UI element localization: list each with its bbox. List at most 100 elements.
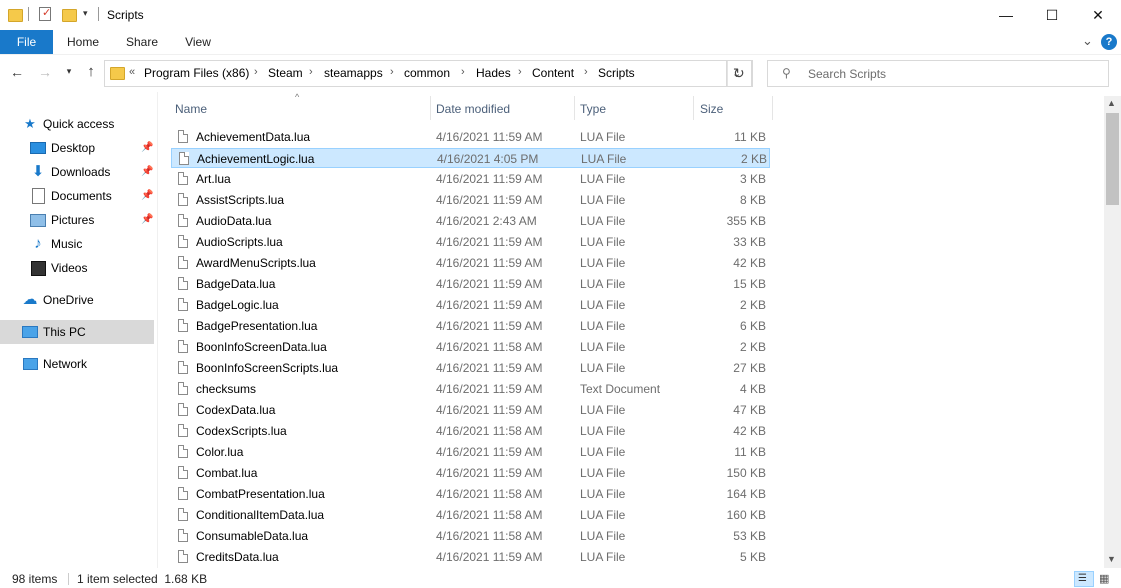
back-button[interactable]: ← [8, 64, 26, 80]
nav-pictures[interactable]: Pictures [30, 209, 94, 231]
pin-icon[interactable]: 📌 [141, 142, 153, 153]
breadcrumb-steamapps[interactable]: steamapps [324, 66, 383, 80]
scroll-up-button[interactable]: ▲ [1107, 98, 1116, 108]
breadcrumb-separator[interactable]: › [461, 66, 465, 78]
minimize-button[interactable]: — [983, 0, 1029, 30]
file-type: LUA File [580, 298, 626, 312]
tab-share[interactable]: Share [116, 30, 168, 54]
breadcrumb-separator[interactable]: › [518, 66, 522, 78]
expand-ribbon-icon[interactable]: ⌄ [1082, 33, 1093, 49]
file-row[interactable]: Art.lua 4/16/2021 11:59 AM LUA File 3 KB [171, 169, 770, 189]
details-view-button[interactable]: ☰ [1074, 571, 1094, 587]
file-row[interactable]: CodexData.lua 4/16/2021 11:59 AM LUA File 4… [171, 400, 770, 420]
column-divider[interactable] [430, 96, 431, 120]
file-row[interactable]: AchievementLogic.lua 4/16/2021 4:05 PM LUA… [171, 148, 770, 168]
file-row[interactable]: CreditsData.lua 4/16/2021 11:59 AM LUA Fil… [171, 547, 770, 567]
breadcrumb-separator[interactable]: › [309, 66, 313, 78]
large-icons-view-button[interactable]: ▦ [1099, 572, 1109, 585]
file-row[interactable]: BoonInfoScreenScripts.lua 4/16/2021 11:59… [171, 358, 770, 378]
file-icon [178, 424, 188, 437]
up-button[interactable]: ↑ [82, 63, 100, 80]
scroll-down-button[interactable]: ▼ [1107, 554, 1116, 564]
forward-button[interactable]: → [36, 64, 54, 80]
file-row[interactable]: AwardMenuScripts.lua 4/16/2021 11:59 AM LU… [171, 253, 770, 273]
nav-desktop[interactable]: Desktop [30, 137, 95, 159]
file-row[interactable]: BoonInfoScreenData.lua 4/16/2021 11:58 AM… [171, 337, 770, 357]
file-row[interactable]: checksums 4/16/2021 11:59 AM Text Document… [171, 379, 770, 399]
column-header-size[interactable]: Size [700, 100, 723, 118]
column-divider[interactable] [574, 96, 575, 120]
maximize-button[interactable]: ☐ [1029, 0, 1075, 30]
column-header-date[interactable]: Date modified [436, 100, 510, 118]
file-size: 4 KB [739, 382, 766, 396]
nav-music[interactable]: ♪ Music [30, 233, 82, 255]
file-type: LUA File [580, 130, 626, 144]
breadcrumb-separator[interactable]: › [390, 66, 394, 78]
breadcrumb-content[interactable]: Content [532, 66, 574, 80]
breadcrumb-separator[interactable]: › [584, 66, 588, 78]
file-name: AssistScripts.lua [196, 193, 285, 207]
recent-locations-button[interactable]: ▾ [63, 66, 75, 77]
pin-icon[interactable]: 📌 [141, 190, 153, 201]
file-row[interactable]: AudioData.lua 4/16/2021 2:43 AM LUA File 35… [171, 211, 770, 231]
column-header-type[interactable]: Type [580, 100, 606, 118]
file-row[interactable]: AudioScripts.lua 4/16/2021 11:59 AM LUA Fi… [171, 232, 770, 252]
nav-onedrive[interactable]: ☁ OneDrive [22, 289, 94, 311]
tab-home[interactable]: Home [58, 30, 108, 54]
help-icon[interactable]: ? [1101, 34, 1117, 50]
file-name: Art.lua [196, 172, 231, 186]
nav-this-pc[interactable]: This PC [22, 321, 86, 343]
file-row[interactable]: BadgeLogic.lua 4/16/2021 11:59 AM LUA File… [171, 295, 770, 315]
refresh-icon[interactable]: ↻ [733, 65, 745, 82]
star-icon: ★ [24, 116, 36, 131]
file-size: 160 KB [726, 508, 766, 522]
breadcrumb-hades[interactable]: Hades [476, 66, 511, 80]
file-row[interactable]: CodexScripts.lua 4/16/2021 11:58 AM LUA Fi… [171, 421, 770, 441]
properties-icon[interactable]: ✓ [39, 7, 51, 21]
file-size: 15 KB [733, 277, 766, 291]
file-row[interactable]: CombatPresentation.lua 4/16/2021 11:58 AM… [171, 484, 770, 504]
file-icon [178, 298, 188, 311]
nav-network[interactable]: Network [22, 353, 87, 375]
file-type: LUA File [580, 172, 626, 186]
breadcrumb-program-files[interactable]: Program Files (x86) [144, 66, 249, 80]
file-row[interactable]: AchievementData.lua 4/16/2021 11:59 AM LUA… [171, 127, 770, 147]
breadcrumb-steam[interactable]: Steam [268, 66, 303, 80]
breadcrumb-common[interactable]: common [404, 66, 450, 80]
file-row[interactable]: Color.lua 4/16/2021 11:59 AM LUA File 11 KB [171, 442, 770, 462]
file-size: 53 KB [733, 529, 766, 543]
column-divider[interactable] [772, 96, 773, 120]
file-row[interactable]: ConsumableData.lua 4/16/2021 11:58 AM LUA … [171, 526, 770, 546]
tab-view[interactable]: View [175, 30, 221, 54]
pin-icon[interactable]: 📌 [141, 214, 153, 225]
file-row[interactable]: AssistScripts.lua 4/16/2021 11:59 AM LUA F… [171, 190, 770, 210]
file-size: 42 KB [733, 424, 766, 438]
nav-quick-access[interactable]: ★ Quick access [22, 113, 114, 135]
pin-icon[interactable]: 📌 [141, 166, 153, 177]
close-button[interactable]: ✕ [1075, 0, 1121, 30]
pane-divider[interactable] [157, 92, 158, 568]
file-size: 6 KB [739, 319, 766, 333]
new-folder-icon[interactable] [62, 9, 77, 22]
breadcrumb-overflow[interactable]: « [129, 66, 135, 78]
file-icon [178, 319, 188, 332]
file-row[interactable]: BadgePresentation.lua 4/16/2021 11:59 AM L… [171, 316, 770, 336]
file-row[interactable]: BadgeData.lua 4/16/2021 11:59 AM LUA File 1… [171, 274, 770, 294]
column-divider[interactable] [693, 96, 694, 120]
column-header-name[interactable]: Name [175, 100, 207, 118]
customize-toolbar-icon[interactable]: ▾ [83, 8, 88, 19]
file-date-modified: 4/16/2021 11:59 AM [436, 361, 543, 375]
file-icon [178, 277, 188, 290]
nav-videos[interactable]: Videos [30, 257, 87, 279]
ribbon [0, 30, 1121, 55]
tab-file[interactable]: File [0, 30, 53, 54]
pictures-icon [30, 212, 46, 228]
breadcrumb-separator[interactable]: › [254, 66, 258, 78]
nav-documents[interactable]: Documents [30, 185, 112, 207]
nav-downloads[interactable]: ⬇ Downloads [30, 161, 111, 183]
file-row[interactable]: Combat.lua 4/16/2021 11:59 AM LUA File 150 … [171, 463, 770, 483]
file-row[interactable]: ConditionalItemData.lua 4/16/2021 11:58 A… [171, 505, 770, 525]
scrollbar-thumb[interactable] [1106, 113, 1119, 205]
file-icon [178, 403, 188, 416]
breadcrumb-scripts[interactable]: Scripts [598, 66, 635, 80]
